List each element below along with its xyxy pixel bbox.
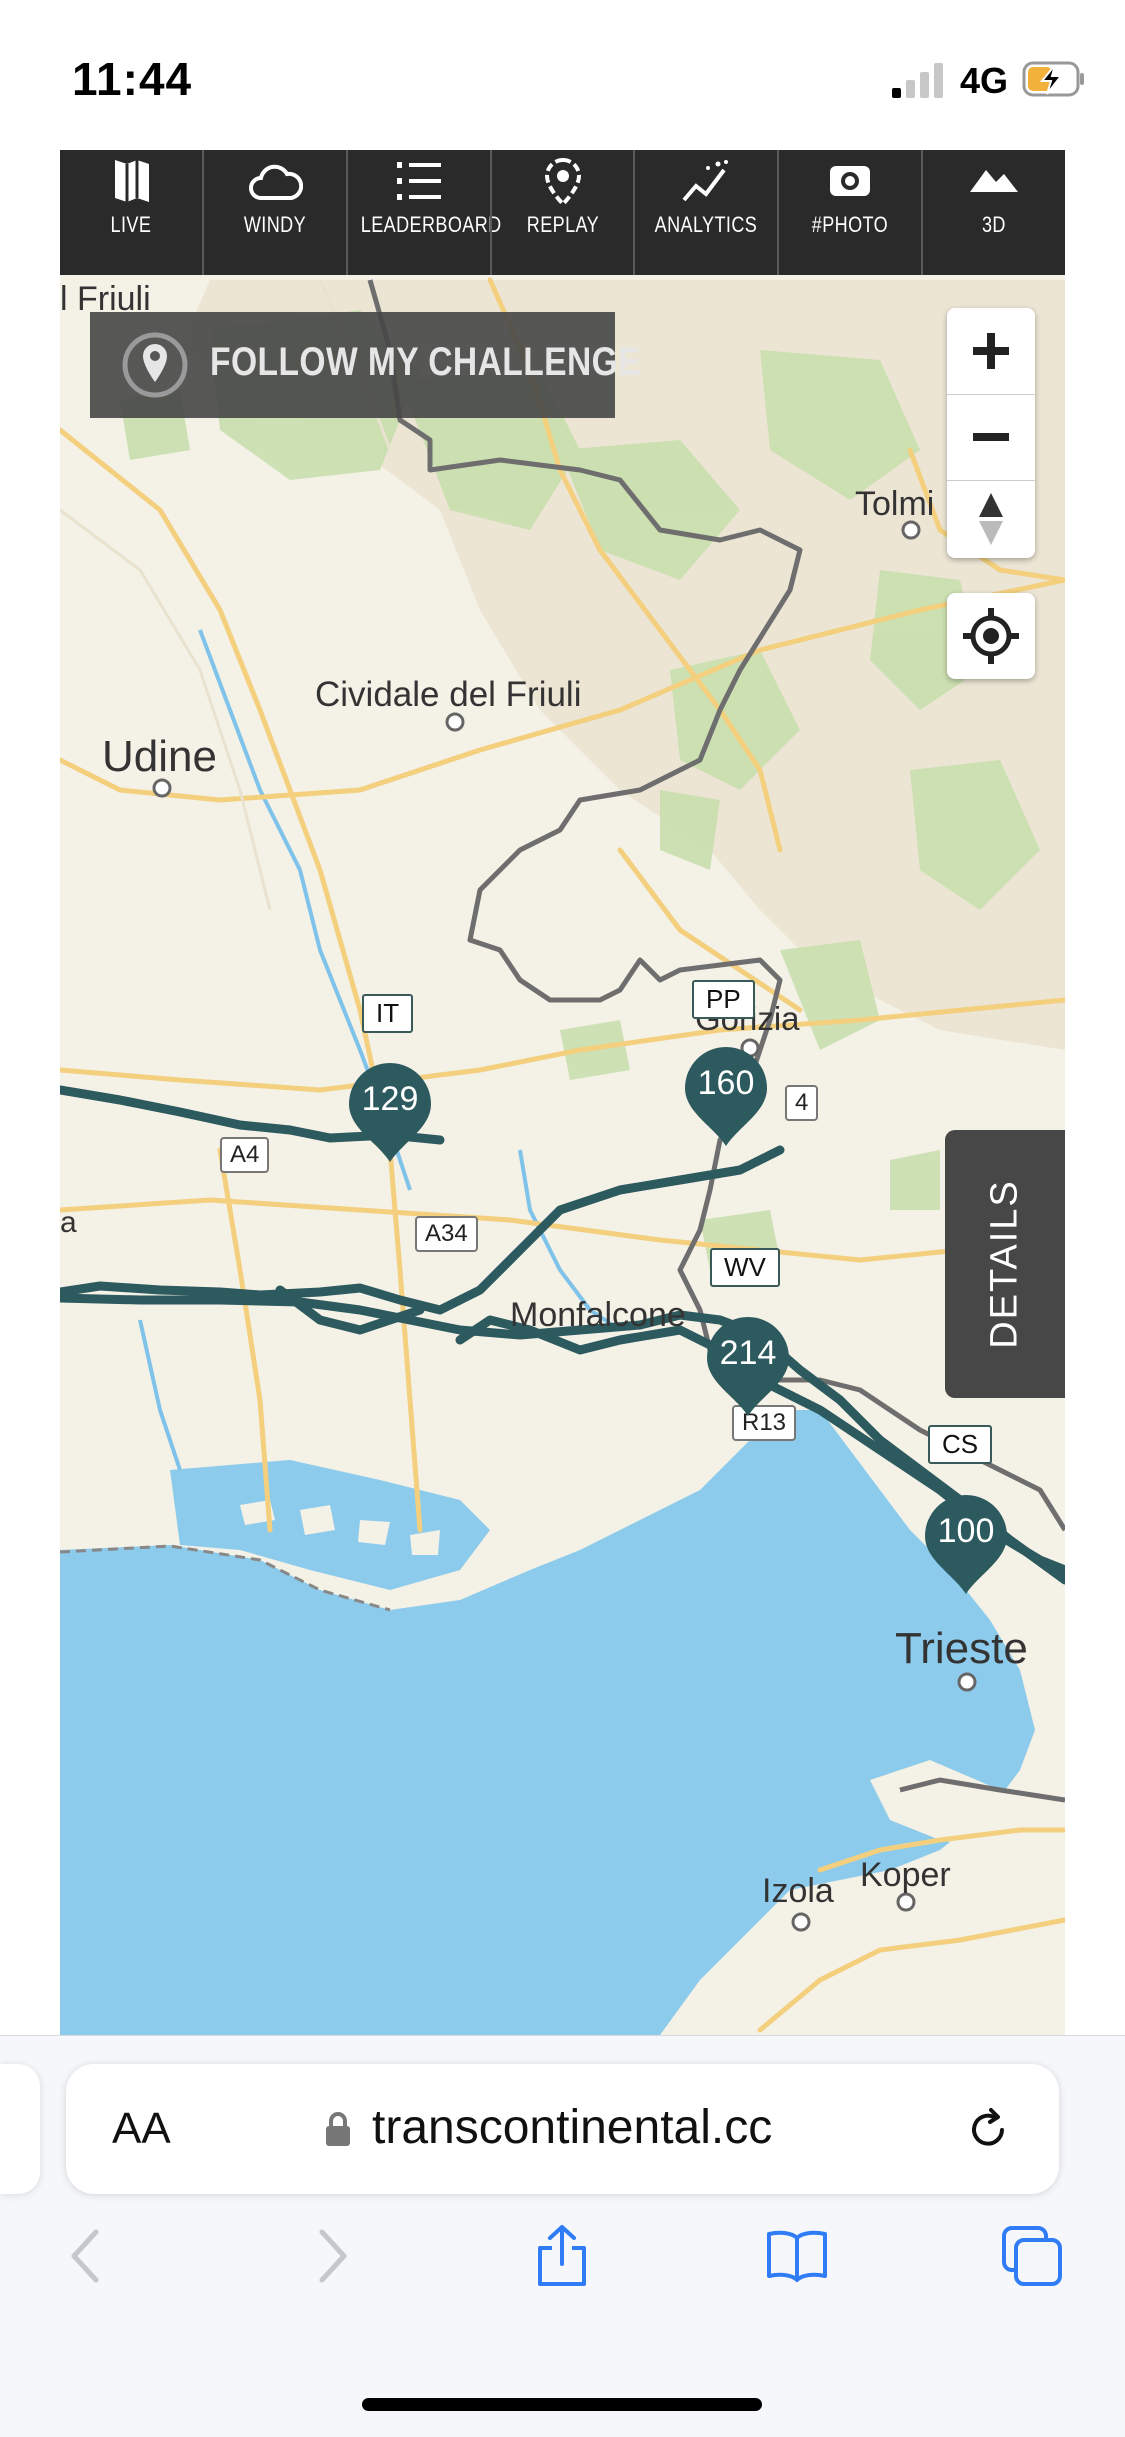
place-label-udine: Udine	[102, 732, 217, 781]
rider-marker-number: 214	[719, 1334, 777, 1372]
place-label-koper: Koper	[860, 1856, 951, 1894]
rider-marker-214[interactable]: 214	[705, 1316, 791, 1418]
top-nav-bar: LIVE WINDY LEADERBOARD REPLAY ANALYTICS …	[60, 150, 1065, 275]
follow-button-label: FOLLOW MY CHALLENGE	[210, 340, 642, 384]
details-tab-label: DETAILS	[983, 1179, 1026, 1349]
minus-icon	[973, 433, 1009, 441]
back-chevron-icon[interactable]	[56, 2224, 120, 2288]
nav-label: ANALYTICS	[655, 212, 758, 237]
previous-tab-peek[interactable]	[0, 2064, 40, 2194]
zoom-out-button[interactable]	[947, 394, 1035, 480]
plus-icon	[973, 333, 1009, 369]
replay-pin-icon	[544, 157, 581, 207]
share-icon[interactable]	[530, 2224, 594, 2288]
rider-marker-100[interactable]: 100	[923, 1494, 1009, 1596]
rider-marker-number: 160	[697, 1064, 755, 1102]
zoom-in-button[interactable]	[947, 308, 1035, 394]
crosshair-icon	[963, 608, 1019, 664]
cloud-icon	[248, 164, 303, 200]
browser-toolbar: AA transcontinental.cc	[0, 2035, 1125, 2437]
nav-label: WINDY	[243, 212, 306, 237]
forward-chevron-icon[interactable]	[298, 2224, 362, 2288]
nav-label: LIVE	[110, 212, 152, 237]
battery-charging-icon	[1022, 61, 1084, 97]
place-label-izola: Izola	[762, 1872, 834, 1910]
url-text[interactable]: transcontinental.cc	[372, 2100, 772, 2155]
network-type: 4G	[960, 60, 1009, 101]
location-pin-icon	[122, 332, 188, 398]
leaderboard-icon	[396, 162, 441, 200]
map-canvas[interactable]	[60, 150, 1065, 2035]
camera-icon	[830, 166, 871, 196]
nav-leaderboard[interactable]: LEADERBOARD	[345, 150, 502, 275]
rider-marker-129[interactable]: 129	[347, 1062, 433, 1164]
nav-label: #PHOTO	[812, 212, 889, 237]
reload-icon[interactable]	[964, 2106, 1012, 2154]
cellular-signal-icon	[892, 63, 943, 98]
nav-windy[interactable]: WINDY	[201, 150, 346, 275]
mountain-icon	[970, 170, 1019, 192]
nav-live[interactable]: LIVE	[60, 150, 202, 275]
road-shield-a34: A34	[415, 1216, 478, 1252]
nav-analytics[interactable]: ANALYTICS	[633, 150, 777, 275]
map-icon	[114, 160, 149, 202]
web-content: l Friuli Tolmi Cividale del Friuli Udine…	[60, 150, 1065, 2035]
nav-label: LEADERBOARD	[360, 212, 502, 237]
address-bar[interactable]: AA transcontinental.cc	[66, 2064, 1059, 2194]
nav-3d[interactable]: 3D	[921, 150, 1065, 275]
analytics-icon	[682, 160, 729, 202]
nav-replay[interactable]: REPLAY	[489, 150, 634, 275]
locate-me-button[interactable]	[947, 593, 1035, 679]
rider-marker-number: 129	[361, 1080, 419, 1118]
follow-my-challenge-button[interactable]: FOLLOW MY CHALLENGE	[90, 312, 641, 418]
rider-marker-160[interactable]: 160	[683, 1046, 769, 1148]
place-label-edge: a	[60, 1206, 77, 1239]
rider-marker-number: 100	[937, 1512, 995, 1550]
place-label-trieste: Trieste	[895, 1624, 1028, 1673]
home-indicator	[362, 2398, 762, 2411]
road-shield-a4: A4	[220, 1137, 270, 1173]
road-shield-4: 4	[785, 1085, 819, 1121]
rider-label-it[interactable]: IT	[362, 994, 414, 1033]
place-label-cividale: Cividale del Friuli	[315, 675, 582, 714]
rider-label-pp[interactable]: PP	[692, 980, 755, 1019]
rider-label-cs[interactable]: CS	[928, 1425, 993, 1464]
zoom-controls	[947, 308, 1035, 558]
bookmarks-icon[interactable]	[765, 2224, 829, 2288]
place-label-monfalcone: Monfalcone	[510, 1296, 686, 1334]
lock-icon	[326, 2112, 350, 2146]
text-size-button[interactable]: AA	[112, 2104, 171, 2154]
compass-button[interactable]	[947, 480, 1035, 558]
tabs-icon[interactable]	[1000, 2224, 1064, 2288]
status-time: 11:44	[72, 53, 193, 105]
nav-label: 3D	[982, 212, 1007, 237]
nav-photo[interactable]: #PHOTO	[777, 150, 921, 275]
nav-label: REPLAY	[526, 212, 599, 237]
compass-icon	[979, 493, 1003, 545]
details-tab[interactable]: DETAILS	[945, 1130, 1065, 1398]
status-bar: 11:44 4G	[0, 0, 1125, 150]
place-label-tolmin: Tolmi	[855, 485, 935, 523]
rider-label-wv[interactable]: WV	[710, 1248, 780, 1287]
